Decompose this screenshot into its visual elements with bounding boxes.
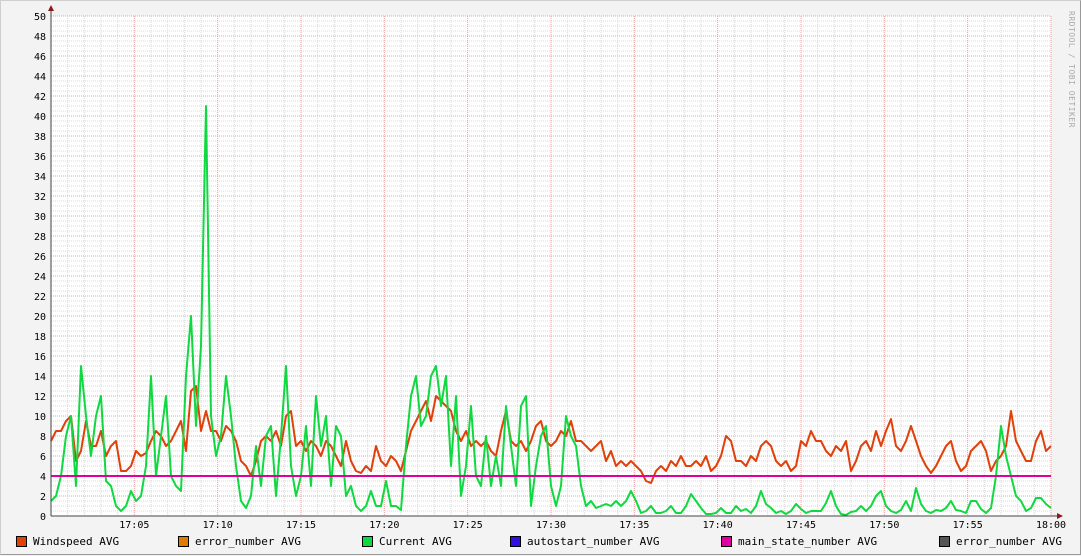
x-axis-arrow-icon <box>1057 513 1063 519</box>
y-tick-label: 10 <box>34 412 46 423</box>
y-tick-label: 40 <box>34 112 46 123</box>
x-tick-label: 17:10 <box>203 520 233 531</box>
legend-swatch-icon <box>939 536 950 547</box>
y-tick-label: 2 <box>40 492 46 503</box>
y-tick-label: 42 <box>34 92 46 103</box>
x-axis-ticks: 17:05 17:10 17:15 17:20 17:25 17:30 17:35 17:40… <box>119 520 1066 531</box>
x-tick-label: 17:35 <box>619 520 649 531</box>
x-tick-label: 17:05 <box>119 520 149 531</box>
legend-item: error_number AVG <box>178 535 301 548</box>
y-tick-label: 14 <box>34 372 46 383</box>
y-tick-label: 16 <box>34 352 46 363</box>
y-tick-label: 48 <box>34 32 46 43</box>
legend-label: error_number AVG <box>956 535 1062 548</box>
legend-label: autostart_number AVG <box>527 535 660 548</box>
x-tick-label: 17:50 <box>869 520 899 531</box>
y-tick-label: 30 <box>34 212 46 223</box>
y-axis-arrow-icon <box>48 5 54 11</box>
legend-label: main_state_number AVG <box>738 535 878 548</box>
legend-item: autostart_number AVG <box>510 535 659 548</box>
y-tick-label: 36 <box>34 152 46 163</box>
legend-swatch-icon <box>721 536 732 547</box>
rrd-graph: 0 2 4 6 8 10 12 14 16 18 20 22 24 26 28 30 32 34 36 38 40 42 4… <box>0 0 1081 555</box>
legend-swatch-icon <box>16 536 27 547</box>
y-tick-label: 24 <box>34 272 46 283</box>
legend-item: Windspeed AVG <box>16 535 119 548</box>
y-tick-label: 6 <box>40 452 46 463</box>
y-tick-label: 44 <box>34 72 46 83</box>
legend-item: main_state_number AVG <box>721 535 877 548</box>
x-tick-label: 17:30 <box>536 520 566 531</box>
y-tick-label: 4 <box>40 472 46 483</box>
y-tick-label: 18 <box>34 332 46 343</box>
legend-label: Windspeed AVG <box>33 535 120 548</box>
legend: Windspeed AVG error_number AVG Current AVG… <box>1 535 1081 551</box>
y-tick-label: 22 <box>34 292 46 303</box>
legend-swatch-icon <box>178 536 189 547</box>
y-tick-label: 32 <box>34 192 46 203</box>
y-tick-label: 28 <box>34 232 46 243</box>
legend-swatch-icon <box>510 536 521 547</box>
x-tick-label: 17:20 <box>369 520 399 531</box>
y-tick-label: 34 <box>34 172 46 183</box>
y-axis-ticks: 0246810121416182022242628303234363840424… <box>34 12 46 523</box>
y-tick-label: 0 <box>40 512 46 523</box>
grid <box>50 15 1052 517</box>
x-tick-label: 17:55 <box>953 520 983 531</box>
x-tick-label: 17:25 <box>453 520 483 531</box>
y-tick-label: 38 <box>34 132 46 143</box>
legend-swatch-icon <box>362 536 373 547</box>
y-tick-label: 26 <box>34 252 46 263</box>
x-tick-label: 18:00 <box>1036 520 1066 531</box>
watermark: RRDTOOL / TOBI OETIKER <box>1067 11 1076 128</box>
y-tick-label: 12 <box>34 392 46 403</box>
x-tick-label: 17:15 <box>286 520 316 531</box>
y-tick-label: 46 <box>34 52 46 63</box>
legend-label: Current AVG <box>379 535 452 548</box>
legend-label: error_number AVG <box>195 535 301 548</box>
y-tick-label: 20 <box>34 312 46 323</box>
y-tick-label: 50 <box>34 12 46 23</box>
legend-item: Current AVG <box>362 535 452 548</box>
y-tick-label: 8 <box>40 432 46 443</box>
x-tick-label: 17:45 <box>786 520 816 531</box>
chart-svg: 0246810121416182022242628303234363840424… <box>34 5 1066 531</box>
x-tick-label: 17:40 <box>703 520 733 531</box>
legend-item: error_number AVG <box>939 535 1062 548</box>
